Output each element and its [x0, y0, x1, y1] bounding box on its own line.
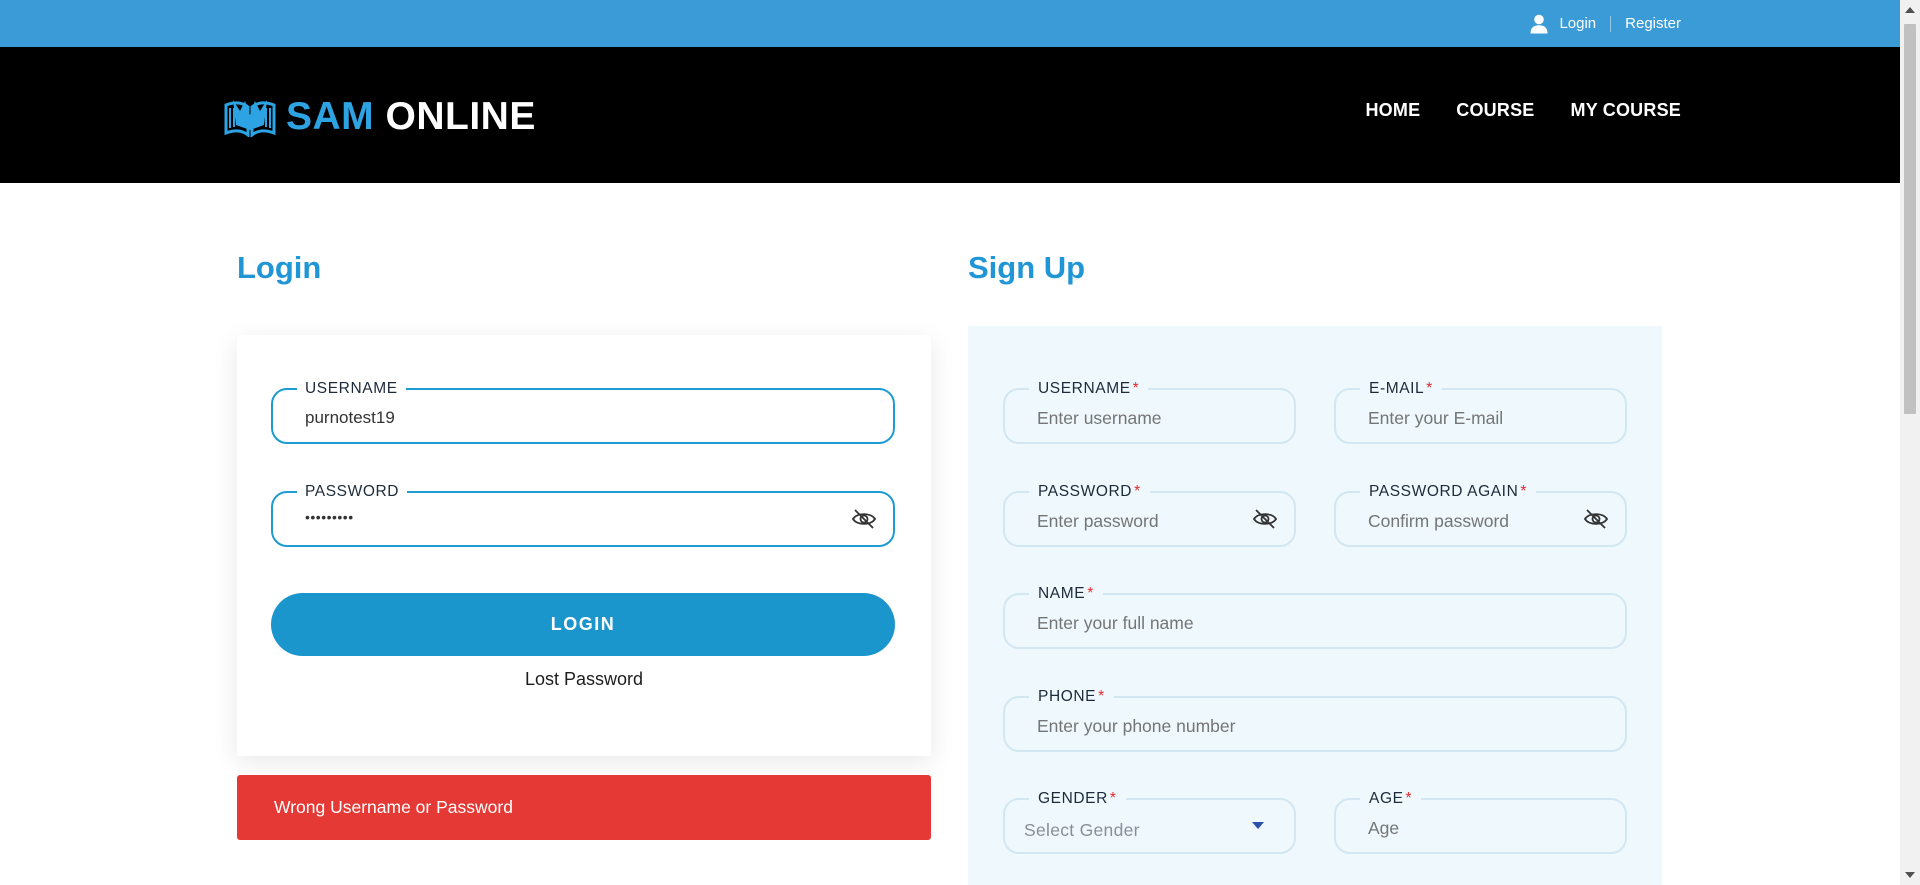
- site-logo[interactable]: SAM ONLINE: [224, 95, 536, 139]
- signup-name-input[interactable]: [1037, 613, 1557, 634]
- eye-off-icon[interactable]: [1583, 508, 1609, 530]
- login-error-alert: Wrong Username or Password: [237, 775, 931, 840]
- signup-age-input[interactable]: [1368, 818, 1568, 839]
- login-password-field[interactable]: PASSWORD •••••••••: [271, 482, 895, 547]
- page-scrollbar[interactable]: [1900, 0, 1920, 885]
- top-register-link[interactable]: Register: [1625, 15, 1681, 32]
- eye-off-icon[interactable]: [851, 508, 877, 530]
- nav-my-course[interactable]: MY COURSE: [1571, 100, 1682, 121]
- chevron-down-icon[interactable]: [1252, 822, 1264, 829]
- signup-age-field[interactable]: AGE *: [1334, 789, 1627, 854]
- signup-phone-input[interactable]: [1037, 716, 1557, 737]
- nav-course[interactable]: COURSE: [1456, 100, 1534, 121]
- login-form: USERNAME PASSWORD ••••••••• LOGIN Lost P…: [237, 335, 931, 756]
- scroll-up-arrow[interactable]: [1905, 7, 1915, 13]
- top-bar: Login Register: [0, 0, 1900, 47]
- signup-password-field[interactable]: PASSWORD *: [1003, 482, 1296, 547]
- signup-username-input[interactable]: [1037, 408, 1237, 429]
- signup-username-field[interactable]: USERNAME *: [1003, 379, 1296, 444]
- signup-name-label: NAME *: [1029, 584, 1103, 604]
- main-nav: HOME COURSE MY COURSE: [1365, 100, 1681, 121]
- login-button[interactable]: LOGIN: [271, 593, 895, 656]
- signup-email-label: E-MAIL *: [1360, 379, 1442, 399]
- login-password-input[interactable]: •••••••••: [305, 509, 805, 525]
- top-bar-divider: [1610, 15, 1612, 32]
- signup-form: USERNAME* E-MAIL* PASSWORD* PASSWORD AGA…: [968, 326, 1662, 885]
- signup-gender-value: Select Gender: [1024, 820, 1140, 840]
- signup-title: Sign Up: [968, 250, 1086, 285]
- logo-primary: SAM: [286, 95, 375, 138]
- login-username-field[interactable]: USERNAME: [271, 379, 895, 444]
- signup-password-again-field[interactable]: PASSWORD AGAIN *: [1334, 482, 1627, 547]
- signup-password-again-input[interactable]: [1368, 511, 1558, 532]
- login-password-label: PASSWORD: [297, 482, 408, 502]
- main-header: SAM ONLINE HOME COURSE MY COURSE: [0, 47, 1900, 183]
- signup-password-again-label: PASSWORD AGAIN *: [1360, 482, 1537, 502]
- signup-gender-label: GENDER *: [1029, 789, 1126, 809]
- signup-password-input[interactable]: [1037, 511, 1227, 532]
- signup-email-field[interactable]: E-MAIL *: [1334, 379, 1627, 444]
- scroll-thumb[interactable]: [1904, 24, 1916, 414]
- top-login-link[interactable]: Login: [1559, 15, 1596, 32]
- lost-password-link[interactable]: Lost Password: [237, 669, 931, 690]
- logo-text: SAM ONLINE: [286, 95, 536, 139]
- signup-gender-select[interactable]: GENDER * Select Gender: [1003, 789, 1296, 854]
- scroll-down-arrow[interactable]: [1905, 872, 1915, 878]
- book-logo-icon: [224, 100, 276, 137]
- user-icon: [1530, 14, 1548, 33]
- signup-username-label: USERNAME *: [1029, 379, 1149, 399]
- signup-password-label: PASSWORD *: [1029, 482, 1150, 502]
- signup-phone-field[interactable]: PHONE *: [1003, 687, 1627, 752]
- signup-phone-label: PHONE *: [1029, 687, 1114, 707]
- signup-age-label: AGE *: [1360, 789, 1422, 809]
- top-bar-links: Login Register: [1530, 0, 1681, 47]
- nav-home[interactable]: HOME: [1365, 100, 1420, 121]
- login-title: Login: [237, 250, 322, 285]
- signup-name-field[interactable]: NAME *: [1003, 584, 1627, 649]
- page: Login Register SAM ONLINE HOME COURSE MY…: [0, 0, 1900, 885]
- login-username-label: USERNAME: [297, 379, 406, 399]
- logo-secondary: ONLINE: [385, 95, 536, 138]
- signup-email-input[interactable]: [1368, 408, 1568, 429]
- eye-off-icon[interactable]: [1252, 508, 1278, 530]
- login-username-input[interactable]: [305, 408, 805, 428]
- login-error-message: Wrong Username or Password: [274, 797, 513, 817]
